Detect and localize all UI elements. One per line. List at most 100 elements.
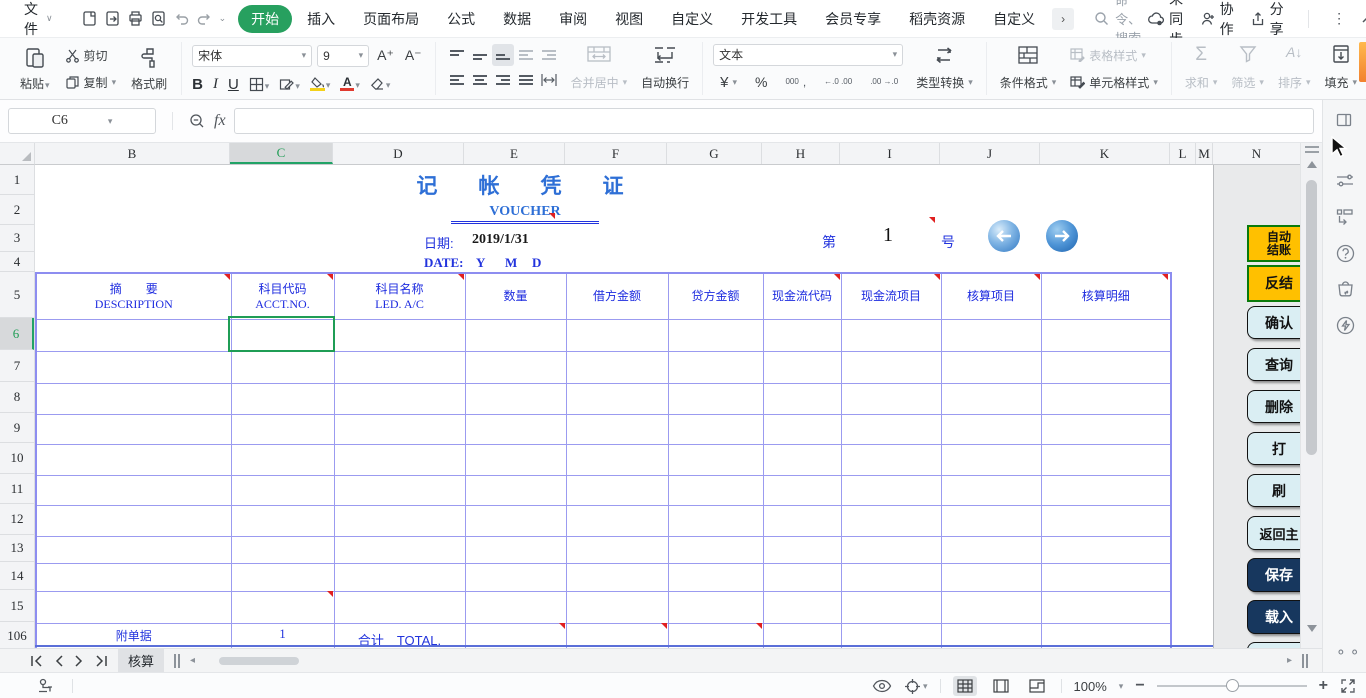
cell[interactable] — [841, 444, 941, 475]
cell[interactable] — [36, 591, 231, 623]
eraser-button[interactable]: ▾ — [370, 78, 391, 91]
decrease-decimal-button[interactable]: .00 →.0 — [867, 71, 901, 94]
cell[interactable] — [36, 383, 231, 414]
cell[interactable] — [763, 414, 841, 444]
confirm-button[interactable]: 确认 — [1247, 306, 1300, 339]
increase-decimal-button[interactable]: ←.0 .00 — [821, 71, 855, 94]
zoom-slider-knob[interactable] — [1226, 679, 1239, 692]
collapse-ribbon-icon[interactable] — [1362, 14, 1366, 23]
scroll-up-icon[interactable] — [1307, 161, 1317, 168]
tab-member[interactable]: 会员专享 — [812, 5, 894, 33]
col-header-N[interactable]: N — [1213, 143, 1300, 164]
align-top-button[interactable] — [446, 44, 468, 66]
font-size-select[interactable]: 9▾ — [317, 45, 369, 67]
query-button[interactable]: 查询 — [1247, 348, 1300, 381]
print-icon[interactable] — [127, 6, 144, 32]
cell[interactable] — [763, 383, 841, 414]
cell[interactable] — [668, 591, 763, 623]
cell[interactable] — [841, 591, 941, 623]
row-header-13[interactable]: 13 — [0, 535, 34, 562]
cell[interactable] — [763, 505, 841, 536]
cell[interactable] — [36, 536, 231, 563]
cell[interactable] — [1041, 591, 1171, 623]
cell[interactable] — [231, 383, 334, 414]
cell[interactable] — [668, 475, 763, 505]
col-header-I[interactable]: I — [840, 143, 940, 164]
cell[interactable] — [465, 563, 566, 591]
sheet-tab-hesuan[interactable]: 核算 — [118, 649, 164, 673]
cell-style-button[interactable]: 单元格样式▾ — [1067, 71, 1161, 94]
header-acct-no[interactable]: 科目代码ACCT.NO. — [231, 273, 334, 319]
quickbar-more-icon[interactable]: ⌄ — [219, 13, 227, 24]
cell[interactable] — [941, 505, 1041, 536]
previous-voucher-button[interactable] — [988, 220, 1020, 252]
row-header-106[interactable]: 106 — [0, 622, 34, 648]
cell[interactable] — [1041, 475, 1171, 505]
sort-button[interactable]: 排序▾ — [1275, 71, 1314, 94]
increase-indent-button[interactable] — [538, 44, 560, 66]
row-header-9[interactable]: 9 — [0, 413, 34, 443]
row-header-10[interactable]: 10 — [0, 443, 34, 474]
tab-scroll-left-icon[interactable]: ◂ — [190, 655, 195, 666]
zoom-level[interactable]: 100% — [1074, 679, 1107, 694]
row-header-5[interactable]: 5 — [0, 272, 34, 318]
cell[interactable] — [668, 414, 763, 444]
page-break-view-button[interactable] — [1025, 676, 1049, 696]
help-icon[interactable] — [1336, 244, 1355, 263]
cell[interactable] — [941, 414, 1041, 444]
cell[interactable] — [1041, 414, 1171, 444]
decrease-font-button[interactable]: A⁻ — [402, 44, 425, 67]
cell[interactable] — [566, 319, 668, 351]
currency-button[interactable]: ¥▾ — [717, 71, 740, 94]
col-header-K[interactable]: K — [1040, 143, 1170, 164]
date-label[interactable]: 日期: — [424, 233, 454, 252]
zoom-slider[interactable] — [1157, 685, 1307, 687]
header-description[interactable]: 摘 要DESCRIPTION — [36, 273, 231, 319]
cell[interactable] — [465, 536, 566, 563]
cell[interactable] — [763, 319, 841, 351]
cell[interactable] — [668, 351, 763, 383]
cell[interactable] — [841, 563, 941, 591]
header-debit[interactable]: 借方金额 — [566, 273, 668, 319]
cell[interactable] — [841, 351, 941, 383]
cell[interactable] — [231, 351, 334, 383]
col-header-F[interactable]: F — [565, 143, 667, 164]
col-header-M[interactable]: M — [1196, 143, 1213, 164]
export-file-icon[interactable] — [104, 6, 121, 32]
cell[interactable] — [566, 591, 668, 623]
panel-toggle-icon[interactable] — [1336, 112, 1352, 128]
efficiency-icon[interactable] — [1336, 316, 1355, 335]
tab-data[interactable]: 数据 — [490, 5, 544, 33]
tab-formulas[interactable]: 公式 — [434, 5, 488, 33]
cell[interactable] — [763, 536, 841, 563]
split-handle[interactable] — [1305, 146, 1319, 153]
cell[interactable] — [668, 505, 763, 536]
italic-button[interactable]: I — [213, 76, 218, 93]
voucher-no-value[interactable]: 1 — [883, 224, 893, 247]
cell[interactable] — [231, 414, 334, 444]
distribute-button[interactable] — [538, 69, 560, 91]
tab-page-layout[interactable]: 页面布局 — [350, 5, 432, 33]
cell[interactable] — [465, 505, 566, 536]
cell[interactable] — [566, 563, 668, 591]
col-header-L[interactable]: L — [1170, 143, 1196, 164]
cell[interactable] — [334, 414, 465, 444]
tab-docer[interactable]: 稻壳资源 — [896, 5, 978, 33]
justify-button[interactable] — [515, 69, 537, 91]
cell[interactable] — [841, 505, 941, 536]
table-style-button[interactable]: 表格样式▾ — [1067, 44, 1161, 67]
align-right-button[interactable] — [492, 69, 514, 91]
selected-cell-C6[interactable] — [228, 316, 335, 352]
sum-button[interactable]: 求和▾ — [1182, 71, 1221, 94]
horizontal-scroll-thumb[interactable] — [219, 657, 299, 665]
paste-button[interactable]: 粘贴▾ — [16, 44, 54, 94]
cell[interactable] — [465, 351, 566, 383]
row-header-14[interactable]: 14 — [0, 562, 34, 590]
date-label-en[interactable]: DATE: — [424, 255, 463, 271]
number-format-select[interactable]: 文本▾ — [713, 44, 903, 66]
formula-input[interactable] — [234, 108, 1314, 134]
load-button[interactable]: 载入 — [1247, 600, 1300, 634]
percent-button[interactable]: % — [752, 71, 770, 94]
more-menu-icon[interactable]: ⋮ — [1332, 10, 1346, 27]
cell[interactable] — [941, 319, 1041, 351]
